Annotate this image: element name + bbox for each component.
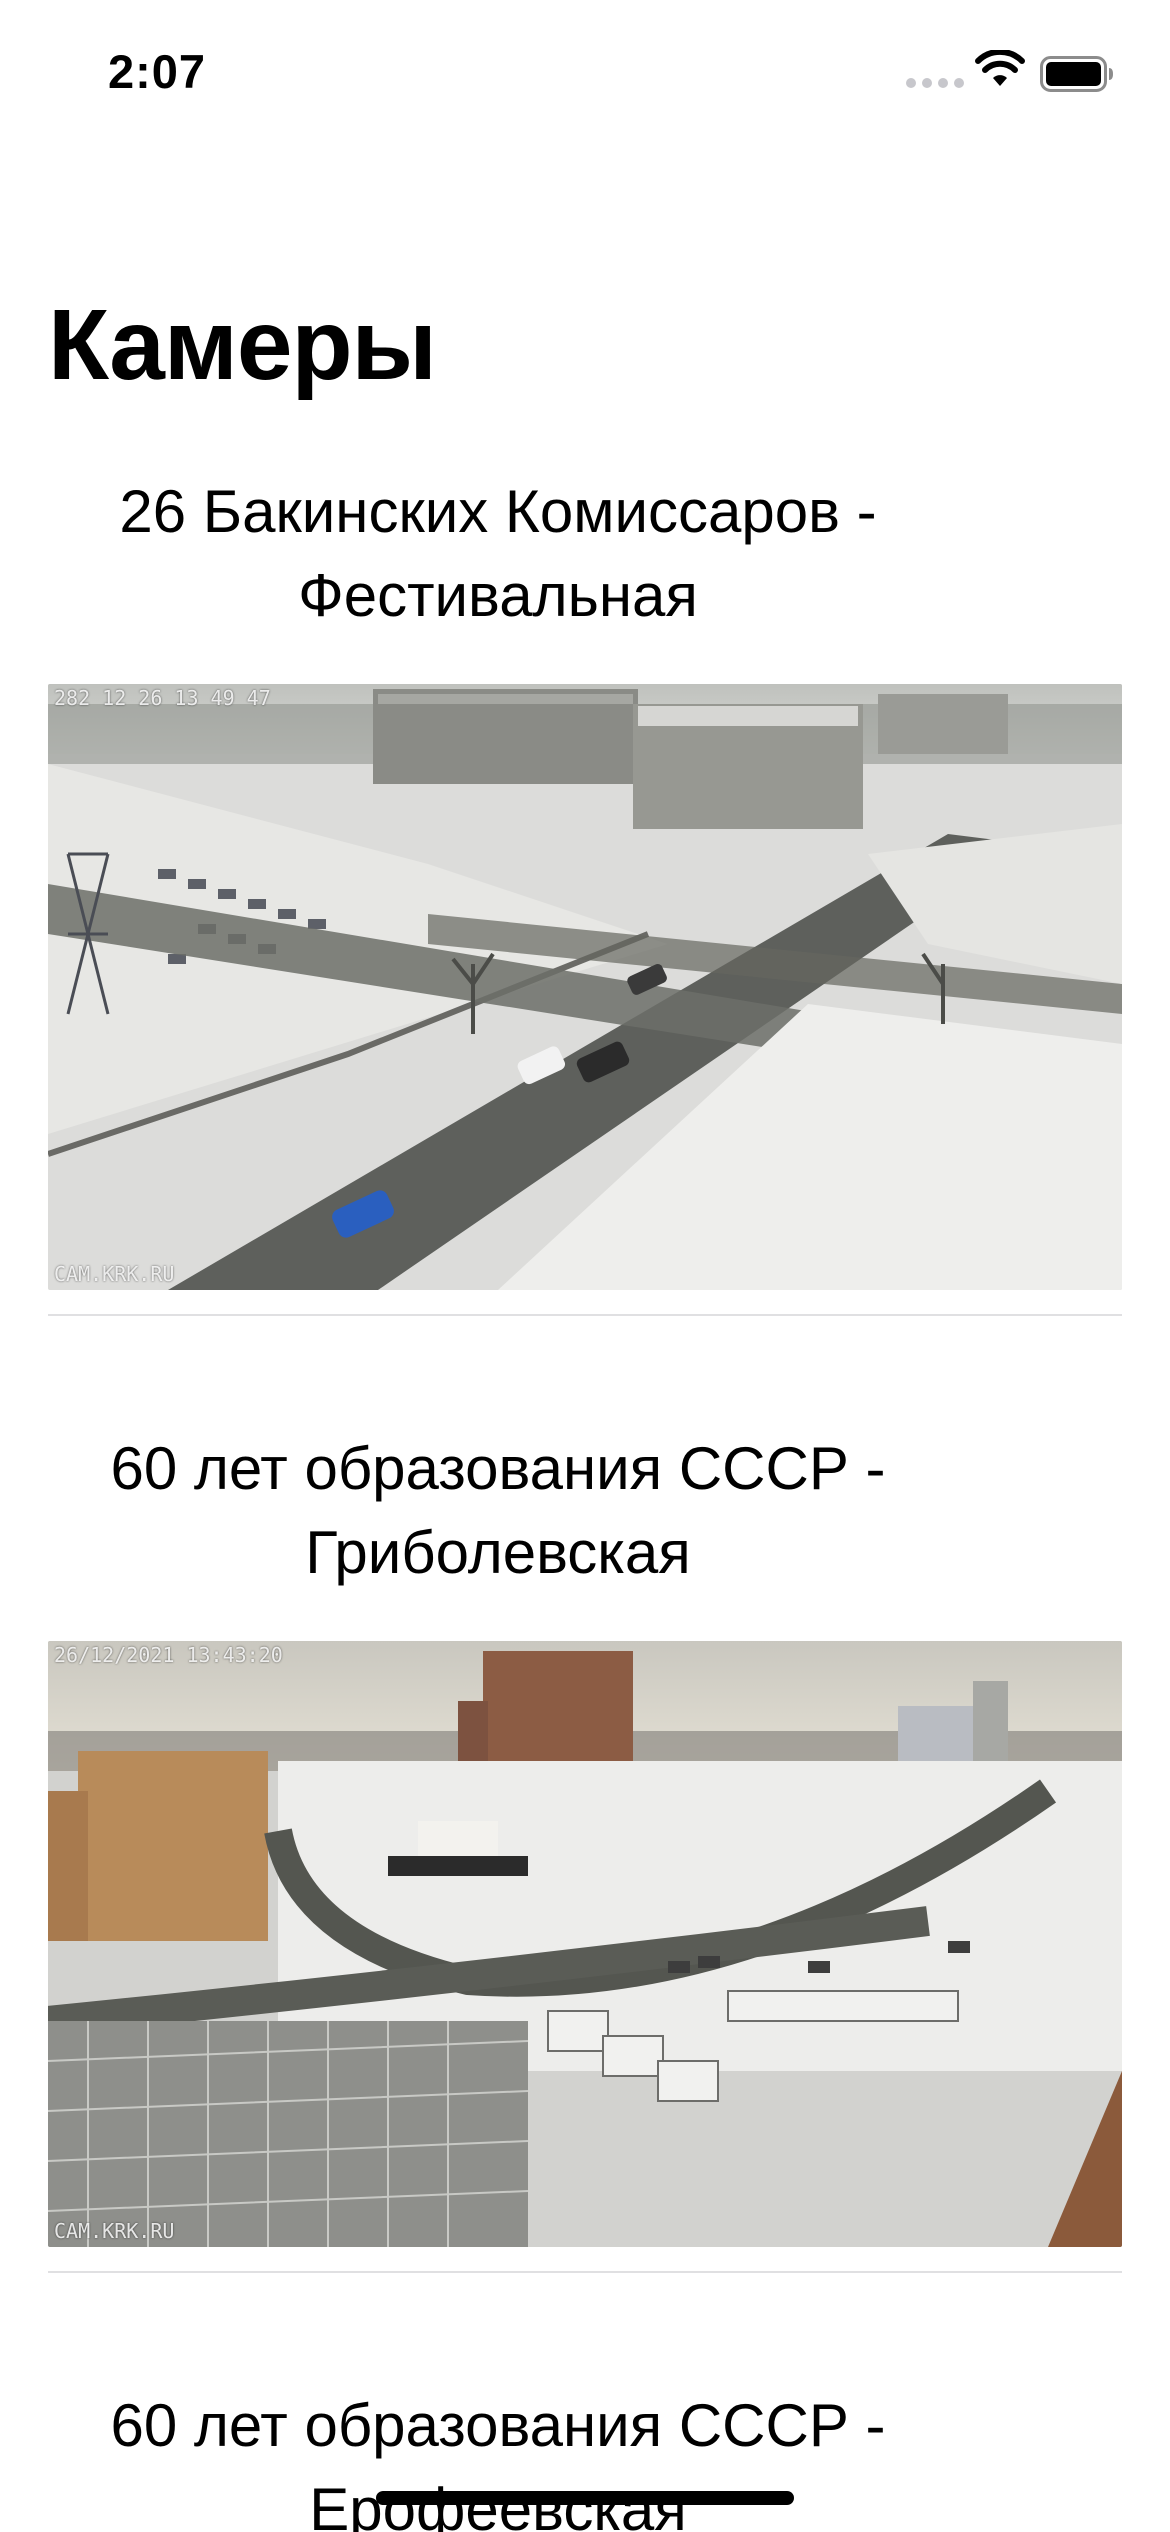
camera-separator <box>48 1314 1122 1316</box>
camera-list-screen: 2:07 Камеры 26 Бакинских Комиссаров - Фе… <box>0 0 1170 2532</box>
camera-separator <box>48 2271 1122 2273</box>
camera-title-line1: 60 лет образования СССР - <box>110 2392 886 2459</box>
battery-icon <box>1040 56 1113 92</box>
camera-snapshot[interactable]: 282 12 26 13 49 47 CAM.KRK.RU <box>48 684 1122 1290</box>
camera-snapshot-image <box>48 1641 1122 2247</box>
camera-title-line2: Фестивальная <box>298 562 698 629</box>
camera-title-line2: Гриболевская <box>305 1519 691 1586</box>
camera-title: 60 лет образования СССР - Гриболевская <box>48 1427 948 1595</box>
camera-title-line1: 26 Бакинских Комиссаров - <box>119 478 877 545</box>
camera-watermark: CAM.KRK.RU <box>54 2219 175 2243</box>
status-time: 2:07 <box>108 45 207 98</box>
camera-snapshot-image <box>48 684 1122 1290</box>
camera-timestamp-overlay: 26/12/2021 13:43:20 <box>54 1643 283 1667</box>
page-title: Камеры <box>48 289 437 401</box>
status-bar: 2:07 <box>0 0 1170 150</box>
camera-timestamp-overlay: 282 12 26 13 49 47 <box>54 686 271 710</box>
camera-snapshot[interactable]: 26/12/2021 13:43:20 CAM.KRK.RU <box>48 1641 1122 2247</box>
camera-title: 60 лет образования СССР - Ерофеевская <box>48 2384 948 2532</box>
camera-title-line1: 60 лет образования СССР - <box>110 1435 886 1502</box>
wifi-icon <box>975 50 1025 86</box>
home-indicator[interactable] <box>376 2491 794 2505</box>
camera-title: 26 Бакинских Комиссаров - Фестивальная <box>48 470 948 638</box>
cellular-signal-icon <box>906 78 964 88</box>
camera-watermark: CAM.KRK.RU <box>54 1262 175 1286</box>
